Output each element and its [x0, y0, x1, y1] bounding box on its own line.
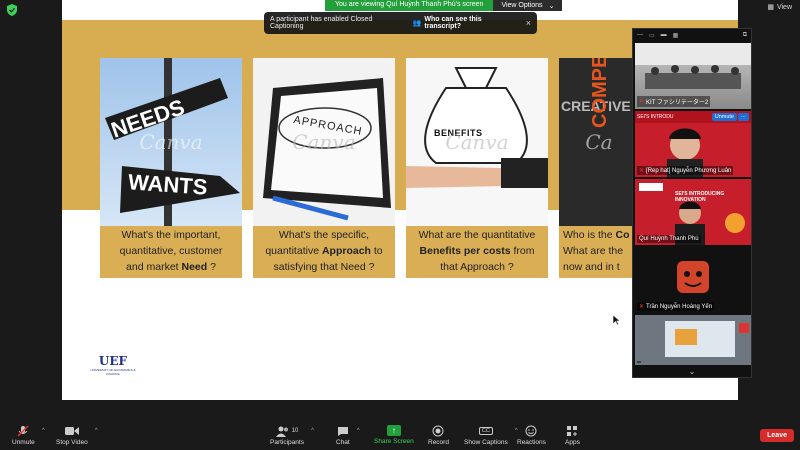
- scroll-down-button[interactable]: ⌄: [633, 365, 751, 377]
- record-icon: [432, 425, 444, 437]
- chevron-down-icon: ⌄: [548, 2, 555, 10]
- reactions-button[interactable]: Reactions: [517, 425, 546, 446]
- uef-logo: UEF UNIVERSITY OF ECONOMICS & FINANCE: [90, 354, 136, 376]
- participant-name: ✕ KIT ファシリテーター2: [637, 96, 711, 107]
- benefits-image: BENEFITS Canva: [406, 58, 548, 226]
- card-caption: What are the quantitative Benefits per c…: [406, 226, 548, 278]
- canva-watermark: Ca: [585, 130, 613, 154]
- share-screen-icon: ↑: [386, 425, 401, 436]
- chevron-up-icon[interactable]: ^: [42, 428, 45, 434]
- transcript-visibility-link[interactable]: 👥 Who can see this transcript?: [413, 16, 518, 30]
- mic-muted-icon: ✕: [639, 99, 645, 105]
- video-camera-icon: [64, 425, 79, 437]
- card-caption: What's the important, quantitative, cust…: [100, 226, 242, 278]
- participants-button[interactable]: 10 Participants ^: [270, 425, 314, 446]
- share-screen-button[interactable]: ↑ Share Screen: [374, 425, 414, 445]
- mic-muted-icon: ✕: [639, 168, 645, 174]
- card-caption: What's the specific, quantitative Approa…: [253, 226, 395, 278]
- wants-sign-text: WANTS: [127, 169, 209, 200]
- gallery-view-icon[interactable]: ▦: [673, 32, 679, 39]
- participant-tile[interactable]: SEI'S INTRODU Unmute ··· ✕ [Rep hat] Nguy…: [635, 111, 751, 177]
- participant-tile[interactable]: SEI'S INTRODUCING INNOVATION Quí Huỳnh T…: [635, 179, 751, 245]
- viewing-banner: You are viewing Quí Huỳnh Thanh Phú's sc…: [325, 0, 563, 11]
- participant-name: ✕ [Rep hat] Nguyễn Phương Luân: [637, 166, 734, 175]
- show-captions-button[interactable]: CC Show Captions ^: [464, 425, 518, 446]
- apps-button[interactable]: Apps: [565, 425, 580, 446]
- card-needs-wants: NEEDS WANTS Canva What's the important, …: [100, 58, 242, 278]
- participant-tile[interactable]: ✕ KIT ファシリテーター2: [635, 43, 751, 109]
- participant-tile[interactable]: [635, 315, 751, 365]
- zoom-window: NEEDS WANTS Canva What's the important, …: [0, 0, 800, 450]
- chevron-up-icon[interactable]: ^: [357, 428, 360, 434]
- captions-icon: CC: [478, 425, 493, 437]
- meeting-toolbar: Unmute ^ Stop Video ^ 10 Participants ^ …: [0, 422, 800, 450]
- participant-count: 10: [291, 428, 299, 434]
- panel-header: — ▭ ▬ ▦ ⧉: [633, 29, 751, 41]
- chevron-up-icon[interactable]: ^: [311, 428, 314, 434]
- approach-image: APPROACH Canva: [253, 58, 395, 226]
- caption-notification: A participant has enabled Closed Caption…: [264, 12, 537, 34]
- people-icon: 👥: [412, 20, 422, 27]
- card-approach: APPROACH Canva What's the specific, quan…: [253, 58, 395, 278]
- reactions-icon: [525, 425, 537, 437]
- more-options-button[interactable]: ···: [737, 113, 749, 121]
- view-options-button[interactable]: View Options ⌄: [493, 0, 563, 11]
- participant-name: ✕ Trần Nguyễn Hoàng Yến: [637, 302, 715, 311]
- mic-muted-icon: [17, 425, 29, 437]
- participants-icon: 10: [275, 425, 299, 437]
- speaker-view-icon[interactable]: ▭: [649, 32, 655, 39]
- canva-watermark: Canva: [292, 130, 356, 154]
- stop-video-button[interactable]: Stop Video ^: [56, 425, 98, 446]
- close-icon[interactable]: ×: [526, 18, 531, 28]
- record-button[interactable]: Record: [428, 425, 449, 446]
- competitive-text: COMPETITIVE: [589, 58, 611, 128]
- expand-icon[interactable]: ⧉: [743, 32, 747, 39]
- participant-name: [637, 361, 641, 363]
- view-button[interactable]: ▦ View: [767, 3, 792, 12]
- chat-button[interactable]: Chat ^: [336, 425, 360, 446]
- chevron-up-icon[interactable]: ^: [95, 428, 98, 434]
- viewing-text: You are viewing Quí Huỳnh Thanh Phú's sc…: [325, 0, 494, 11]
- participant-video-panel: — ▭ ▬ ▦ ⧉ ✕KIT ファシリテーター2 SEI'S INTRODU: [632, 28, 752, 378]
- notification-message: A participant has enabled Closed Caption…: [270, 16, 373, 30]
- mouse-cursor-icon: [613, 315, 621, 325]
- shield-icon[interactable]: [6, 4, 18, 16]
- leave-button[interactable]: Leave: [760, 429, 794, 442]
- canva-watermark: Canva: [445, 130, 509, 154]
- strip-view-icon[interactable]: ▬: [661, 32, 667, 38]
- unmute-chip-button[interactable]: Unmute: [711, 113, 737, 121]
- chat-icon: [337, 425, 349, 437]
- canva-watermark: Canva: [139, 130, 203, 154]
- grid-icon: ▦: [767, 4, 774, 11]
- chevron-down-icon: ⌄: [688, 366, 696, 376]
- minimize-icon[interactable]: —: [637, 32, 643, 38]
- participant-name: Quí Huỳnh Thanh Phú: [637, 235, 701, 243]
- apps-icon: [566, 425, 578, 437]
- unmute-button[interactable]: Unmute ^: [12, 425, 45, 446]
- participant-tile[interactable]: ✕ Trần Nguyễn Hoàng Yến: [635, 247, 751, 313]
- card-benefits: BENEFITS Canva What are the quantitative…: [406, 58, 548, 278]
- needs-wants-image: NEEDS WANTS Canva: [100, 58, 242, 226]
- mic-muted-icon: ✕: [639, 304, 645, 310]
